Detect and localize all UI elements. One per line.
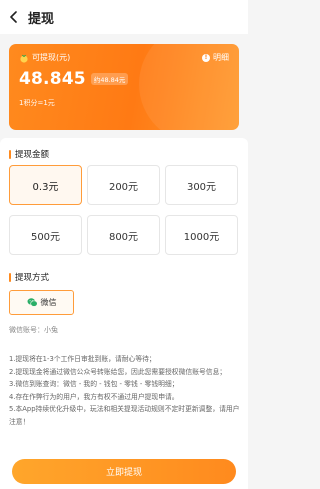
money-bag-icon <box>20 54 28 63</box>
note-item: 1.提现将在1-3个工作日审批到账，请耐心等待； <box>9 355 156 363</box>
balance-amount: 48.845 <box>19 69 86 89</box>
amount-option-5[interactable]: 1000元 <box>165 215 238 255</box>
section-accent-bar <box>9 149 11 159</box>
withdraw-panel: 提现金额 0.3元 200元 300元 500元 800元 1000元 提现方式… <box>0 138 248 489</box>
amount-option-0[interactable]: 0.3元 <box>9 165 82 205</box>
note-item: 2.提现现金将通过微信公众号转账给您，因此您需要授权微信账号信息； <box>9 367 227 376</box>
amount-option-1[interactable]: 200元 <box>87 165 160 205</box>
amount-option-2[interactable]: 300元 <box>165 165 238 205</box>
wechat-method-button[interactable]: 微信 <box>9 290 74 315</box>
note-item: 3.微信到账查询：微信 - 我的 - 钱包 - 零钱 - 零钱明细； <box>9 380 179 388</box>
note-item: 4.存在作弊行为的用户，我方有权不通过用户提现申请。 <box>9 392 179 401</box>
balance-label: 可提现(元) <box>32 53 71 62</box>
page-title: 提现 <box>28 11 55 27</box>
top-bar: 提现 <box>0 0 248 34</box>
wechat-account: 微信账号：小兔 <box>9 326 58 334</box>
amount-section-label: 提现金额 <box>15 150 50 160</box>
amount-option-4[interactable]: 800元 <box>87 215 160 255</box>
wechat-icon <box>27 298 38 307</box>
amount-section-title: 提现金额 <box>9 148 49 160</box>
card-decoration <box>139 44 239 130</box>
wechat-label: 微信 <box>40 298 57 307</box>
section-accent-bar <box>9 272 11 282</box>
withdraw-notes: 1.提现将在1-3个工作日审批到账，请耐心等待； 2.提现现金将通过微信公众号转… <box>9 353 241 428</box>
withdraw-submit-button[interactable]: 立即提现 <box>12 459 236 484</box>
back-arrow-icon <box>10 11 17 23</box>
method-section-title: 提现方式 <box>9 271 49 283</box>
method-section-label: 提现方式 <box>15 273 50 283</box>
amount-option-3[interactable]: 500元 <box>9 215 82 255</box>
note-item: 5.本App持续优化升级中，玩法和相关提现活动规则不定时更新调整，请用户注意！ <box>9 405 240 426</box>
exchange-rate: 1积分=1元 <box>19 99 55 107</box>
balance-card: 可提现(元) ! 明细 48.845 约48.84元 1积分=1元 <box>9 44 239 130</box>
back-button[interactable] <box>0 0 28 34</box>
approx-badge: 约48.84元 <box>90 73 129 85</box>
